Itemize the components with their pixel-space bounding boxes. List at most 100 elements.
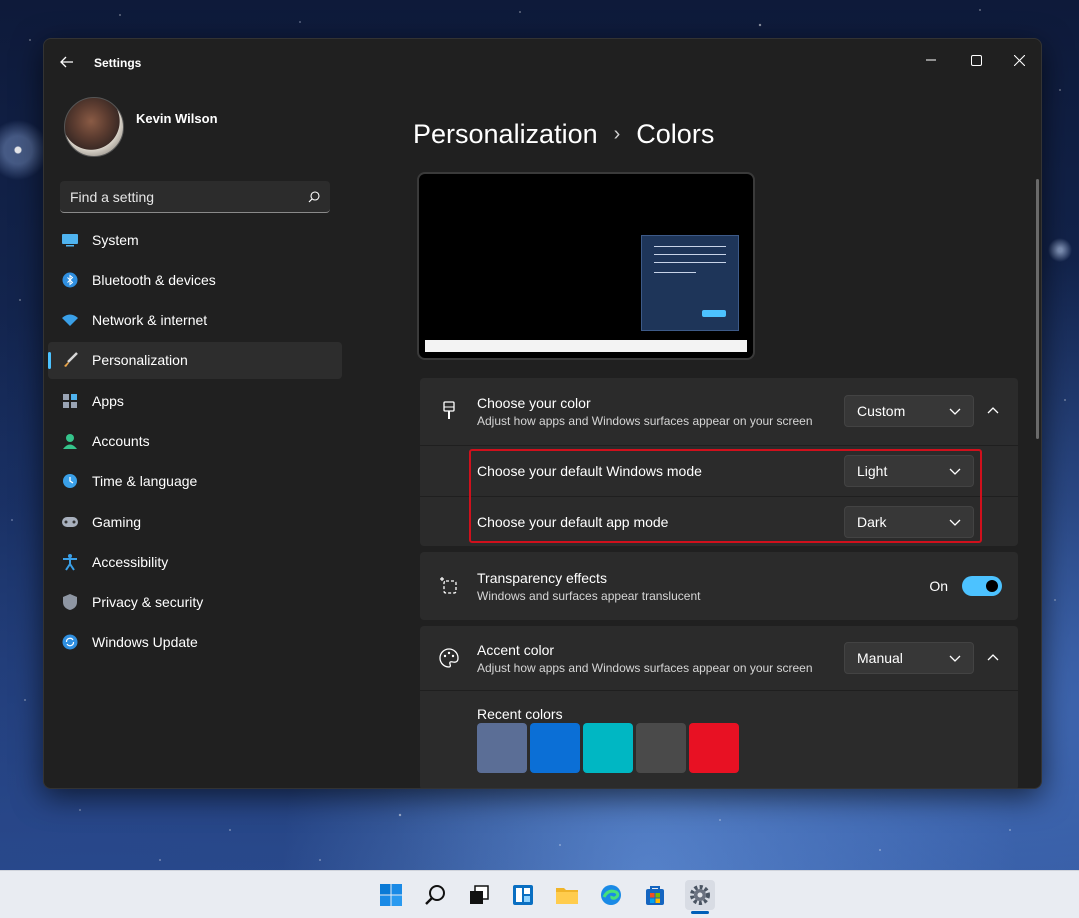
back-button[interactable] [56,51,78,73]
search-icon [425,885,445,905]
gaming-icon [60,512,80,532]
choose-color-dropdown[interactable]: Custom [844,395,974,427]
chevron-down-icon [949,655,961,662]
time-language-icon [60,471,80,491]
chevron-up-icon [987,407,999,414]
recent-color-swatch[interactable] [689,723,739,773]
brush-icon [60,350,80,370]
search-input[interactable] [70,188,308,205]
sidebar-item-gaming[interactable]: Gaming [48,503,342,540]
edge-icon [601,885,621,905]
windows-mode-row: Choose your default Windows mode Light [420,446,1018,496]
sidebar-item-apps[interactable]: Apps [48,382,342,419]
choose-color-row[interactable]: Choose your color Adjust how apps and Wi… [420,378,1018,445]
minimize-button[interactable] [911,45,951,75]
theme-preview [417,172,755,360]
recent-color-swatch[interactable] [477,723,527,773]
breadcrumb-parent[interactable]: Personalization [413,119,598,150]
system-icon [60,230,80,250]
settings-button[interactable] [685,880,715,910]
accounts-icon [60,431,80,451]
sidebar-item-bluetooth[interactable]: Bluetooth & devices [48,261,342,298]
transparency-toggle[interactable] [962,576,1002,596]
update-icon [60,632,80,652]
app-mode-label: Choose your default app mode [477,514,669,530]
sidebar-item-network[interactable]: Network & internet [48,302,342,339]
chevron-down-icon [949,468,961,475]
accent-color-row[interactable]: Accent color Adjust how apps and Windows… [420,626,1018,690]
collapse-button[interactable] [982,400,1004,422]
edge-button[interactable] [596,880,626,910]
recent-color-swatch[interactable] [636,723,686,773]
file-explorer-button[interactable] [552,880,582,910]
sidebar-item-time-language[interactable]: Time & language [48,463,342,500]
scrollbar[interactable] [1036,179,1039,439]
back-arrow-icon [60,56,73,68]
windows-mode-value: Light [857,463,888,479]
profile-name: Kevin Wilson [136,110,218,126]
widgets-icon [513,885,533,905]
transparency-card: Transparency effects Windows and surface… [420,552,1018,620]
active-app-indicator [691,911,709,914]
transparency-title: Transparency effects [477,569,607,586]
bluetooth-icon [60,270,80,290]
maximize-icon [970,54,982,66]
settings-window: Settings Kevin Wilson System Bluetooth &… [43,38,1042,789]
breadcrumb-separator: › [613,123,621,145]
file-explorer-icon [556,888,578,904]
choose-color-title: Choose your color [477,395,591,411]
sidebar-item-label: Gaming [92,513,142,530]
recent-color-swatch[interactable] [583,723,633,773]
windows-mode-label: Choose your default Windows mode [477,463,702,479]
accent-color-dropdown[interactable]: Manual [844,642,974,674]
sidebar-item-label: Privacy & security [92,594,204,611]
app-mode-value: Dark [857,514,887,530]
sidebar-nav: System Bluetooth & devices Network & int… [48,221,342,664]
sidebar-item-privacy-security[interactable]: Privacy & security [48,584,342,621]
palette-icon [438,647,460,669]
accent-color-value: Manual [857,650,903,666]
preview-line [654,254,726,255]
shield-icon [60,592,80,612]
sidebar-item-label: System [92,231,139,248]
search-icon [308,190,320,202]
maximize-button[interactable] [956,45,996,75]
preview-window [641,235,739,331]
search-button[interactable] [420,880,450,910]
sidebar-item-label: Apps [92,392,124,409]
choose-color-card: Choose your color Adjust how apps and Wi… [420,378,1018,546]
wifi-icon [60,310,80,330]
store-button[interactable] [640,880,670,910]
widgets-button[interactable] [508,880,538,910]
task-view-button[interactable] [464,880,494,910]
preview-taskbar [425,340,747,352]
sidebar-item-personalization[interactable]: Personalization [48,341,342,379]
preview-line [654,272,696,273]
start-icon [380,884,402,906]
preview-line [654,262,726,263]
toggle-state-label: On [929,578,948,594]
choose-color-description: Adjust how apps and Windows surfaces app… [477,414,813,428]
recent-color-swatch[interactable] [530,723,580,773]
taskbar [0,870,1079,918]
start-button[interactable] [376,880,406,910]
sidebar-item-accessibility[interactable]: Accessibility [48,543,342,580]
accessibility-icon [60,552,80,572]
windows-mode-dropdown[interactable]: Light [844,455,974,487]
sidebar-item-system[interactable]: System [48,221,342,258]
store-icon [646,886,664,905]
preview-button [702,310,726,317]
sidebar-item-windows-update[interactable]: Windows Update [48,624,342,661]
sidebar-item-label: Network & internet [92,312,208,329]
search-box[interactable] [60,181,330,213]
sidebar-item-label: Time & language [92,473,198,490]
app-mode-dropdown[interactable]: Dark [844,506,974,538]
user-profile[interactable]: Kevin Wilson [64,97,218,157]
sidebar-item-label: Bluetooth & devices [92,271,216,288]
avatar [64,97,124,157]
sidebar-item-accounts[interactable]: Accounts [48,422,342,459]
close-button[interactable] [999,45,1039,75]
chevron-down-icon [949,519,961,526]
collapse-button[interactable] [982,647,1004,669]
page-title: Colors [636,119,715,149]
